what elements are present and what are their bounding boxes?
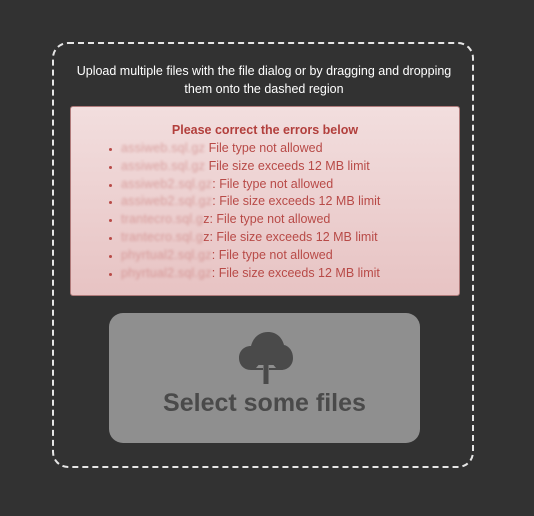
error-filename: trantecro.sql.g	[121, 229, 204, 244]
error-filename: assiweb2.sql.gz	[121, 194, 213, 209]
error-message: : File type not allowed	[212, 176, 334, 191]
error-message: z: File size exceeds 12 MB limit	[203, 229, 378, 244]
error-item: assiweb2.sql.gz: File type not allowed	[121, 176, 380, 194]
error-filename: trantecro.sql.g	[121, 212, 204, 227]
cloud-upload-icon	[239, 332, 293, 384]
error-list: assiweb.sql.gz File type not allowed ass…	[107, 140, 380, 282]
error-item: phyrtual2.sql.gz: File size exceeds 12 M…	[121, 265, 380, 283]
error-alert: Please correct the errors below assiweb.…	[70, 106, 460, 296]
error-message: : File type not allowed	[211, 247, 333, 262]
select-files-label: Select some files	[163, 389, 366, 417]
error-title: Please correct the errors below	[171, 123, 359, 137]
error-filename: assiweb.sql.gz	[121, 158, 206, 173]
error-message: : File size exceeds 12 MB limit	[212, 194, 381, 209]
error-item: trantecro.sql.gz: File type not allowed	[121, 211, 380, 229]
error-message: z: File type not allowed	[203, 212, 331, 227]
error-item: phyrtual2.sql.gz: File type not allowed	[121, 247, 380, 265]
error-message: File type not allowed	[205, 141, 323, 155]
error-item: trantecro.sql.gz: File size exceeds 12 M…	[121, 229, 380, 247]
error-message: File size exceeds 12 MB limit	[205, 158, 370, 173]
upload-instructions: Upload multiple files with the file dial…	[76, 64, 452, 96]
error-item: assiweb2.sql.gz: File size exceeds 12 MB…	[121, 193, 380, 211]
error-filename: assiweb.sql.gz	[121, 141, 206, 155]
error-filename: phyrtual2.sql.gz	[121, 265, 212, 280]
select-files-button[interactable]: Select some files	[109, 313, 420, 443]
error-item: assiweb.sql.gz File size exceeds 12 MB l…	[121, 158, 380, 176]
error-message: : File size exceeds 12 MB limit	[211, 265, 380, 280]
error-filename: assiweb2.sql.gz	[121, 176, 213, 191]
error-filename: phyrtual2.sql.gz	[121, 247, 212, 262]
error-item: assiweb.sql.gz File type not allowed	[121, 140, 380, 158]
